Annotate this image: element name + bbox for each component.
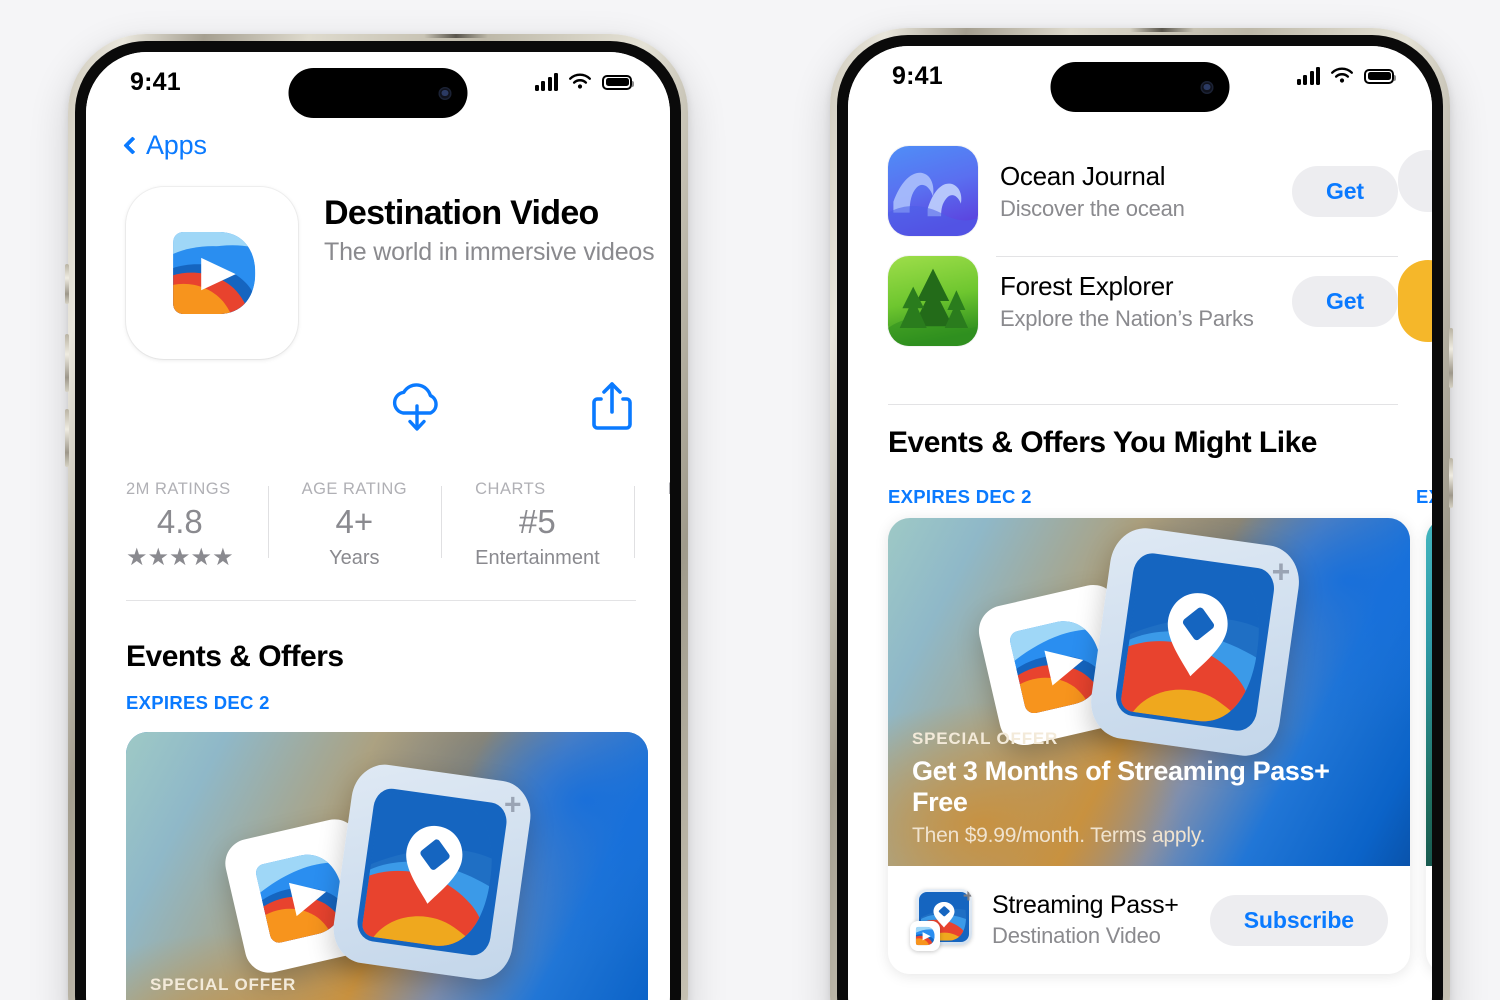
front-camera-icon — [438, 86, 452, 100]
power-button[interactable] — [1449, 328, 1453, 388]
page-title: Destination Video — [324, 194, 599, 232]
section-title-events-offers: Events & Offers You Might Like — [888, 426, 1317, 459]
peek-get-pill[interactable] — [1398, 150, 1432, 212]
offer-product-name: Streaming Pass+ — [992, 891, 1179, 919]
chevron-left-icon — [123, 136, 142, 155]
offer-kicker: SPECIAL OFFER — [150, 975, 297, 994]
cellular-bars-icon — [534, 73, 558, 91]
section-divider — [126, 600, 636, 601]
list-item-meta: Ocean Journal Discover the ocean — [1000, 161, 1270, 222]
left-iphone: 9:41 Apps Destination Video The world in… — [65, 34, 688, 1000]
app-header-text: Destination Video The world in immersive… — [324, 187, 655, 359]
back-button[interactable]: Apps — [123, 130, 207, 161]
destination-video-badge-icon — [910, 921, 940, 951]
cloud-download-icon[interactable] — [388, 380, 446, 439]
stat-developer[interactable]: DEVELOPER Destination — [633, 480, 670, 570]
front-camera-icon — [1200, 80, 1214, 94]
ocean-journal-icon — [888, 146, 978, 236]
offer-card-text: SPECIAL OFFER Get 3 Months of Streaming … — [912, 729, 1386, 848]
right-phone-screen: 9:41 Ocean Journal Discover the ocean Ge… — [848, 46, 1432, 1000]
stat-value: 4+ — [335, 503, 374, 540]
cellular-bars-icon — [1296, 67, 1320, 85]
status-bar-indicators — [1296, 67, 1396, 85]
star-rating-icon: ★★★★★ — [126, 544, 234, 571]
offer-card-text: SPECIAL OFFER Get 3 Months of Streaming … — [150, 975, 624, 1000]
stat-label: AGE RATING — [301, 480, 408, 498]
offer-expiry-label-next: EX — [1416, 486, 1432, 507]
offer-subline: Then $9.99/month. Terms apply. — [912, 824, 1206, 847]
offer-expiry-label: EXPIRES DEC 2 — [888, 486, 1032, 507]
camera-control-button[interactable] — [1449, 458, 1453, 508]
app-actions — [388, 380, 632, 438]
streaming-pass-tile-front: + — [1086, 523, 1304, 761]
share-icon[interactable] — [592, 380, 632, 437]
peek-offer-card[interactable] — [1426, 518, 1432, 974]
peek-action-pill[interactable] — [1398, 260, 1432, 342]
section-title-events-offers: Events & Offers — [126, 640, 344, 673]
antenna-band — [424, 34, 488, 38]
list-item[interactable]: Ocean Journal Discover the ocean Get — [888, 146, 1398, 236]
stat-foot: Years — [329, 547, 380, 569]
streaming-pass-tile-front: + — [328, 760, 536, 984]
battery-icon — [602, 74, 634, 90]
status-bar-time: 9:41 — [892, 61, 943, 90]
wifi-icon — [1331, 67, 1353, 83]
status-bar-indicators — [534, 73, 634, 91]
screenshot-canvas: 9:41 Apps Destination Video The world in… — [0, 0, 1500, 1000]
plus-badge-icon: + — [1271, 553, 1291, 590]
back-button-label: Apps — [146, 130, 207, 160]
right-iphone: 9:41 Ocean Journal Discover the ocean Ge… — [830, 28, 1453, 1000]
list-item[interactable]: Forest Explorer Explore the Nation’s Par… — [888, 256, 1398, 346]
list-item-name: Forest Explorer — [1000, 270, 1174, 301]
stat-foot: Entertainment — [475, 547, 600, 569]
stat-value: 4.8 — [156, 503, 203, 540]
offer-kicker: SPECIAL OFFER — [912, 729, 1059, 748]
offer-artwork: + SPECIAL OFFER Get 3 Months of Streamin… — [888, 518, 1410, 866]
app-store-product-page: 9:41 Apps Destination Video The world in… — [86, 52, 670, 1000]
offer-card-footer: + Streaming Pass+ Destination Video Subs… — [888, 866, 1410, 974]
destination-video-app-icon[interactable] — [126, 187, 298, 359]
list-item-desc: Explore the Nation’s Parks — [1000, 305, 1254, 331]
plus-badge-icon: + — [962, 889, 972, 907]
antenna-band — [1130, 28, 1194, 32]
app-header: Destination Video The world in immersive… — [126, 187, 670, 359]
dynamic-island — [1050, 62, 1230, 112]
offer-headline: Get 3 Months of Streaming Pass+ Free — [912, 756, 1330, 817]
stat-charts[interactable]: CHARTS #5 Entertainment — [441, 480, 634, 570]
status-bar-time: 9:41 — [130, 67, 181, 96]
list-item-name: Ocean Journal — [1000, 160, 1166, 191]
battery-icon — [1364, 68, 1396, 84]
streaming-pass-plus-icon: + — [910, 889, 972, 951]
app-store-today-page: 9:41 Ocean Journal Discover the ocean Ge… — [848, 46, 1432, 1000]
list-item-meta: Forest Explorer Explore the Nation’s Par… — [1000, 271, 1270, 332]
offer-expiry-label: EXPIRES DEC 2 — [126, 692, 270, 713]
stat-foot: Destination — [668, 546, 670, 569]
offer-card[interactable]: + SPECIAL OFFER Get 3 Months of Streamin… — [888, 518, 1410, 974]
offer-card[interactable]: + SPECIAL OFFER Get 3 Months of Streamin… — [126, 732, 648, 1000]
forest-explorer-icon — [888, 256, 978, 346]
volume-up-button[interactable] — [65, 334, 69, 392]
section-divider — [888, 404, 1398, 405]
list-item-desc: Discover the ocean — [1000, 195, 1185, 221]
wifi-icon — [569, 73, 591, 89]
left-phone-screen: 9:41 Apps Destination Video The world in… — [86, 52, 670, 1000]
get-button[interactable]: Get — [1291, 275, 1398, 327]
offer-product-developer: Destination Video — [992, 923, 1161, 948]
stat-label: CHARTS — [475, 480, 546, 498]
stat-value: #5 — [519, 503, 556, 540]
volume-down-button[interactable] — [65, 409, 69, 467]
silent-switch[interactable] — [65, 264, 69, 304]
stat-ratings[interactable]: 2M RATINGS 4.8 ★★★★★ — [126, 480, 268, 570]
offer-footer-meta: Streaming Pass+ Destination Video — [992, 891, 1190, 949]
stat-age-rating[interactable]: AGE RATING 4+ Years — [267, 480, 442, 570]
stat-label: DEVELOPER — [668, 480, 670, 499]
app-stats-row: 2M RATINGS 4.8 ★★★★★ AGE RATING 4+ Years… — [126, 480, 670, 570]
subscribe-button[interactable]: Subscribe — [1209, 894, 1388, 946]
plus-badge-icon: + — [504, 788, 523, 822]
offer-artwork-tiles: + — [220, 760, 564, 987]
dynamic-island — [288, 68, 468, 118]
get-button[interactable]: Get — [1291, 165, 1398, 217]
stat-label: 2M RATINGS — [126, 480, 231, 498]
app-subtitle: The world in immersive videos — [324, 238, 655, 267]
